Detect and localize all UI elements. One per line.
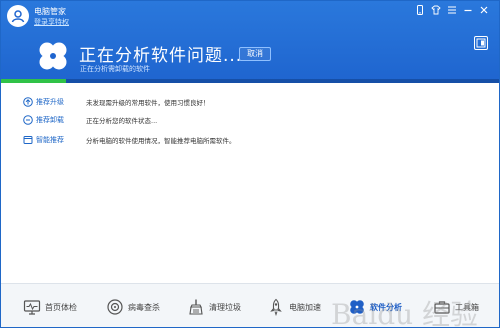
nav-label: 工具箱 [455, 302, 479, 312]
analysis-content: 推荐升级 未发现需升级的常用软件，使用习惯良好！ 推荐卸载 正在分析您的软件状态… [1, 83, 499, 283]
cancel-button[interactable]: 取消 [239, 47, 271, 61]
nav-home-checkup[interactable]: 首页体检 [23, 294, 77, 320]
row-desc-upgrade: 未发现需升级的常用软件，使用习惯良好！ [86, 99, 210, 107]
nav-label: 清理垃圾 [209, 302, 241, 312]
side-panel-button[interactable] [474, 36, 488, 50]
row-label-uninstall[interactable]: 推荐卸载 [36, 115, 86, 125]
broom-icon [189, 299, 203, 315]
nav-speedup[interactable]: 电脑加速 [267, 294, 321, 320]
page-subtitle: 正在分析需卸载的软件 [80, 65, 150, 73]
clover-logo-icon [39, 42, 67, 70]
virus-scan-icon [107, 299, 123, 315]
phone-icon[interactable] [415, 5, 425, 15]
nav-label: 软件分析 [370, 302, 402, 312]
list-item: 推荐卸载 正在分析您的软件状态... [23, 113, 157, 127]
monitor-icon [23, 300, 41, 315]
nav-label: 首页体检 [45, 302, 77, 312]
minimize-icon[interactable] [463, 5, 473, 15]
recommend-icon [23, 135, 33, 145]
row-label-recommend[interactable]: 智能推荐 [36, 135, 86, 145]
list-item: 推荐升级 未发现需升级的常用软件，使用习惯良好！ [23, 95, 210, 109]
clover-icon [350, 300, 364, 314]
header: 电脑管家 登录享特权 正在分析软件问题... 正在分析需卸载的软件 取消 [1, 1, 499, 83]
nav-toolbox[interactable]: 工具箱 [433, 294, 479, 320]
nav-label: 病毒查杀 [128, 302, 160, 312]
list-item: 智能推荐 分析电脑的软件使用情况，智能推荐电脑所需软件。 [23, 133, 236, 147]
panel-icon [476, 38, 486, 48]
nav-virus-scan[interactable]: 病毒查杀 [106, 294, 160, 320]
skin-icon[interactable] [431, 5, 441, 15]
user-icon [11, 10, 25, 23]
window-controls [415, 5, 489, 15]
nav-clean-junk[interactable]: 清理垃圾 [187, 294, 241, 320]
login-link[interactable]: 登录享特权 [34, 17, 69, 27]
avatar[interactable] [7, 5, 29, 27]
nav-label: 电脑加速 [289, 302, 321, 312]
app-name: 电脑管家 [34, 7, 66, 16]
uninstall-icon [23, 115, 33, 125]
menu-icon[interactable] [447, 5, 457, 15]
row-desc-uninstall: 正在分析您的软件状态... [86, 117, 158, 125]
close-icon[interactable] [479, 5, 489, 15]
bottom-nav: 首页体检 病毒查杀 清理垃圾 电脑加速 软件分析 工具箱 [1, 283, 499, 327]
page-title: 正在分析软件问题... [79, 46, 243, 66]
main-window: 电脑管家 登录享特权 正在分析软件问题... 正在分析需卸载的软件 取消 推荐升… [0, 0, 500, 328]
nav-software-analysis[interactable]: 软件分析 [348, 294, 402, 320]
row-desc-recommend: 分析电脑的软件使用情况，智能推荐电脑所需软件。 [86, 137, 236, 145]
upgrade-icon [23, 97, 33, 107]
toolbox-icon [434, 301, 450, 314]
row-label-upgrade[interactable]: 推荐升级 [36, 97, 86, 107]
rocket-icon [270, 298, 282, 316]
